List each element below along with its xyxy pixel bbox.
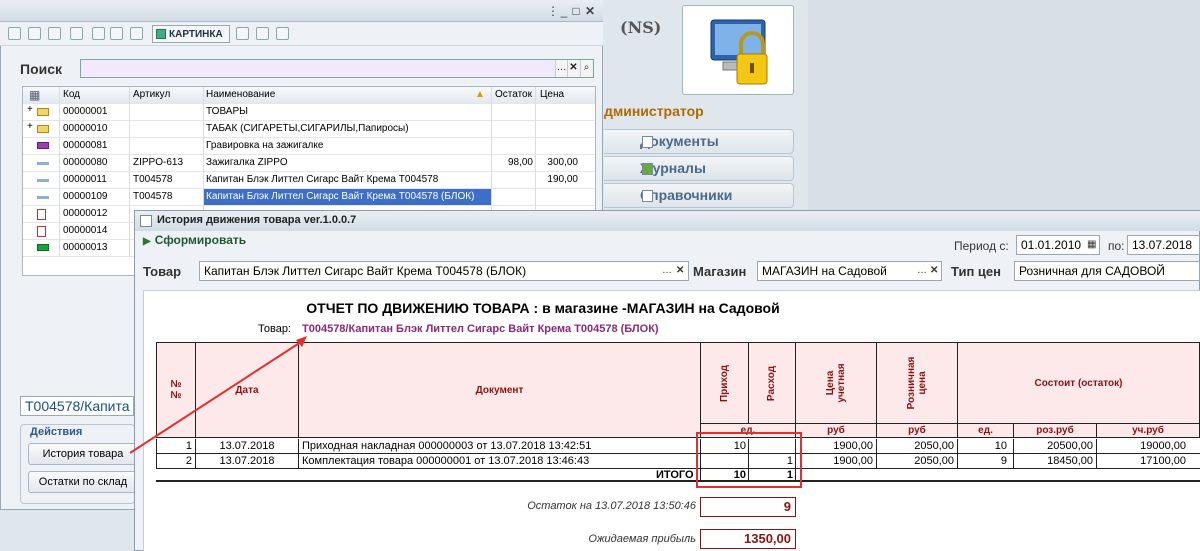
annotation-arrows — [129, 336, 307, 454]
